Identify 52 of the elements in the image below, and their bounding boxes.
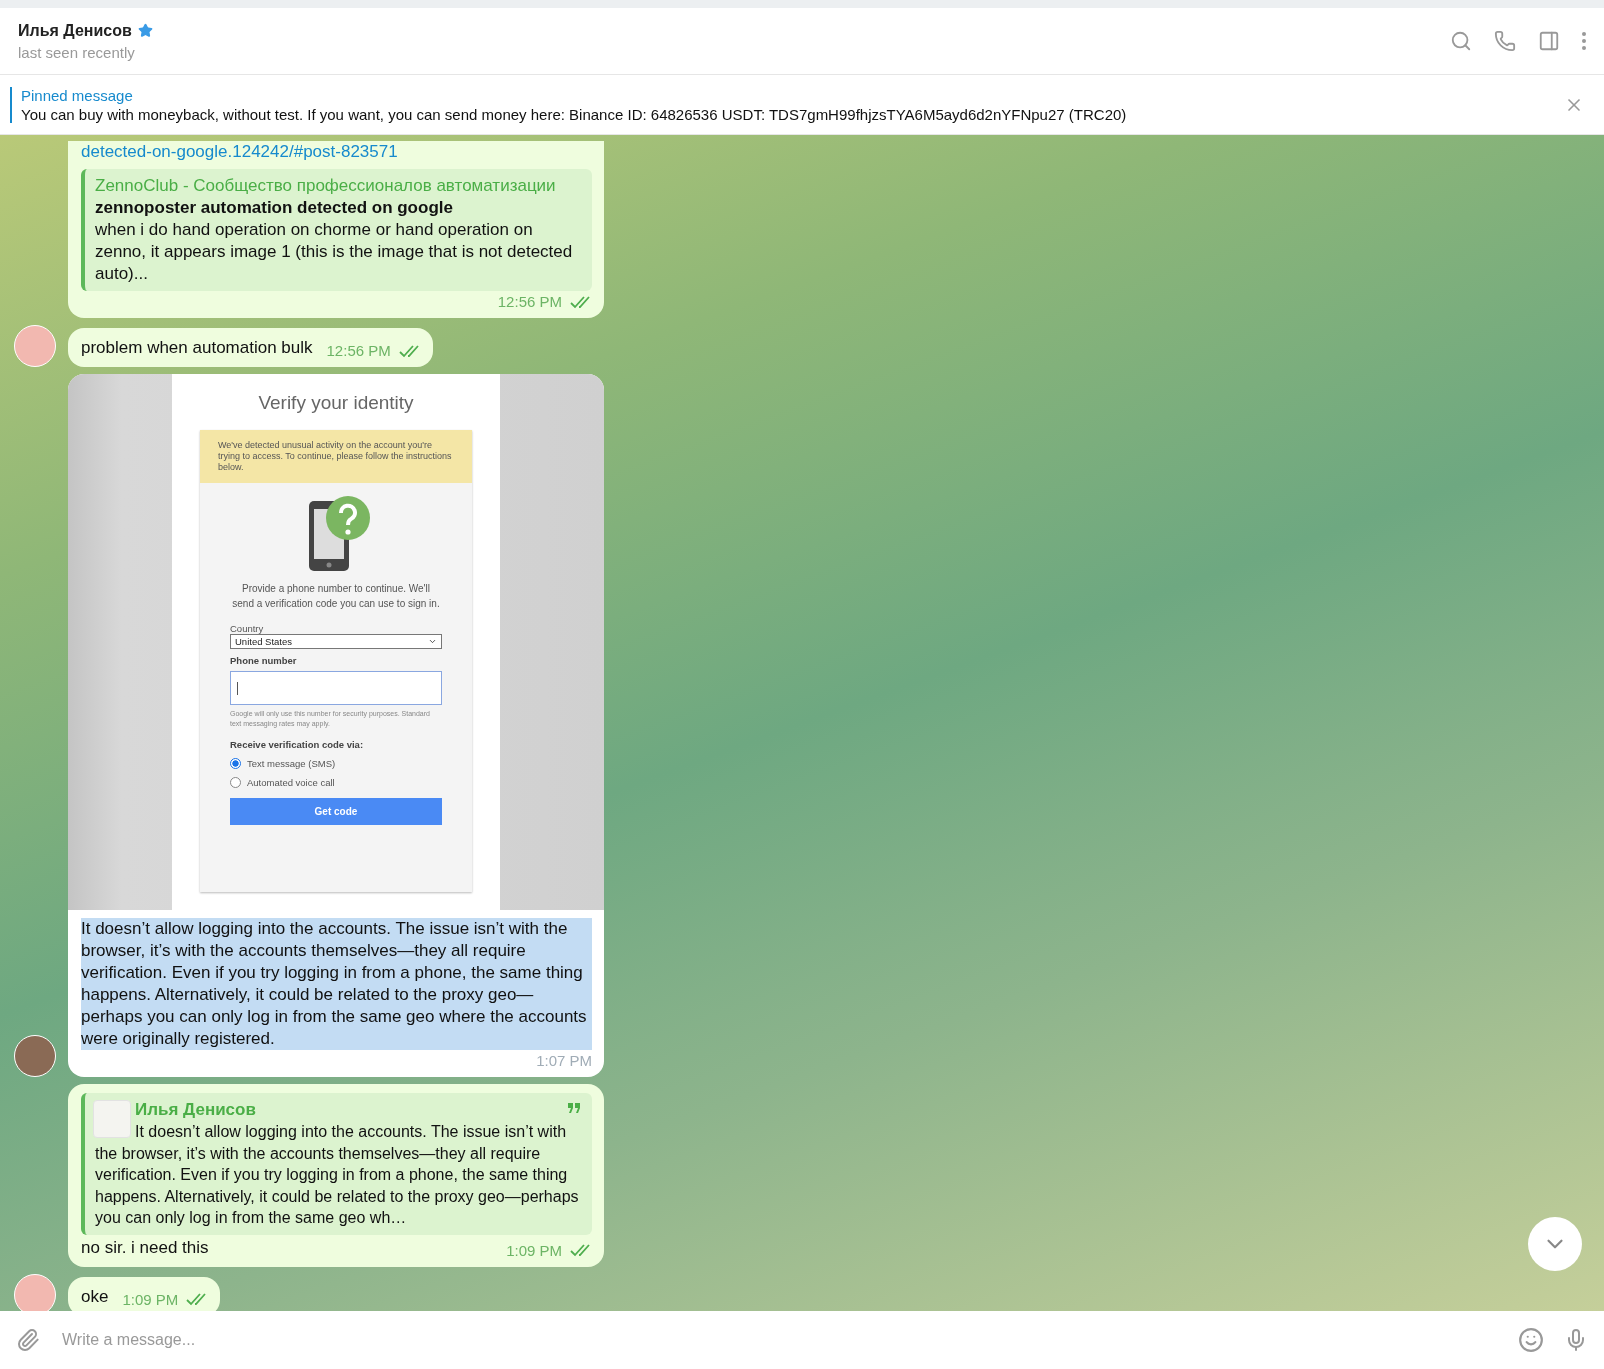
preview-title: zennoposter automation detected on google <box>95 197 454 219</box>
quote-text: It doesn’t allow logging into the accounts. The issue isn’t with the browser, it’s with the accounts themselves—they all require verification. Even if you try logging in from a phone, the same thing happens. Alternatively, it could be related to the proxy geo—perhaps you can only log in from the same geo wh… <box>95 1122 580 1228</box>
message-time: 1:07 PM <box>536 1052 592 1069</box>
preview-site: ZennoClub - Сообщество профессионалов автоматизации <box>95 175 557 197</box>
message-text: It doesn’t allow logging into the accounts. The issue isn’t with the browser, it’s with the accounts themselves—they all require verification. Even if you try logging in from a phone, the same thing happens. Alternatively, it could be related to the proxy geo—perhaps you can only log in from the same geo where the accounts were originally registered. <box>81 918 592 1050</box>
screenshot-title: Verify your identity <box>258 392 414 414</box>
dropdown-caret-icon <box>428 637 437 646</box>
message-text: no sir. i need this <box>81 1236 209 1259</box>
attach-button[interactable] <box>16 1328 40 1352</box>
emoji-button[interactable] <box>1518 1327 1544 1353</box>
more-icon <box>1582 32 1586 50</box>
avatar-circle[interactable] <box>14 1273 56 1311</box>
double-check-icon <box>186 1292 209 1306</box>
radio-button[interactable] <box>230 758 241 769</box>
avatar-circle[interactable] <box>14 325 56 367</box>
pinned-text[interactable]: You can buy with moneyback, without test. If you want, you can send money here: Binance ID: 64826536 USDT: TDS7gmH99fhjzsTYA6M5ayd6d2nYFNpu27 (TRC20) <box>21 105 1564 123</box>
more-button[interactable] <box>1582 32 1586 50</box>
sidebar-toggle-button[interactable] <box>1538 30 1560 52</box>
quote-icon <box>568 1103 580 1113</box>
phone-label: Phone number <box>230 655 298 666</box>
country-label: Country <box>230 623 265 634</box>
warning-notice: We've detected unusual activity on the account you're trying to access. To continue, please follow the instructions below. <box>200 430 472 483</box>
message-time: 12:56 PM <box>497 293 562 310</box>
radio-label: Automated voice call <box>247 777 335 788</box>
message-time: 12:56 PM <box>326 342 391 359</box>
message-text: oke <box>81 1285 109 1308</box>
message-input[interactable]: Write a message... <box>60 1330 1498 1350</box>
phone-input[interactable] <box>230 671 442 705</box>
call-button[interactable] <box>1494 30 1516 52</box>
message-link[interactable]: detected-on-google.124242/#post-823571 <box>81 141 592 163</box>
message-time: 1:09 PM <box>506 1241 562 1259</box>
country-select[interactable]: United States <box>230 634 442 649</box>
message-time: 1:09 PM <box>122 1290 179 1308</box>
avatar-circle[interactable] <box>14 1035 56 1077</box>
double-check-icon <box>398 343 421 358</box>
method-label: Receive verification code via: <box>230 739 365 750</box>
link-preview[interactable] <box>81 169 592 291</box>
reply-quote[interactable] <box>81 1093 592 1235</box>
quote-author: Илья Денисов <box>135 1099 257 1121</box>
double-check-icon <box>570 1243 592 1257</box>
prompt-text: Provide a phone number to continue. We'll send a verification code you can use to sign in. <box>231 582 441 611</box>
thumbnail-image <box>93 1100 131 1138</box>
double-check-icon <box>570 294 592 309</box>
scroll-down-button[interactable] <box>1528 1217 1582 1271</box>
message-text: problem when automation bulk <box>81 337 313 359</box>
pinned-title: Pinned message <box>21 86 134 104</box>
contact-name: Илья Денисов <box>18 21 132 40</box>
contact-status: last seen recently <box>18 43 136 61</box>
search-button[interactable] <box>1450 30 1472 52</box>
radio-button[interactable] <box>230 777 241 788</box>
radio-label: Text message (SMS) <box>247 758 336 769</box>
preview-text: when i do hand operation on chorme or hand operation on zenno, it appears image 1 (this is the image that is not detected auto)... <box>95 219 574 285</box>
